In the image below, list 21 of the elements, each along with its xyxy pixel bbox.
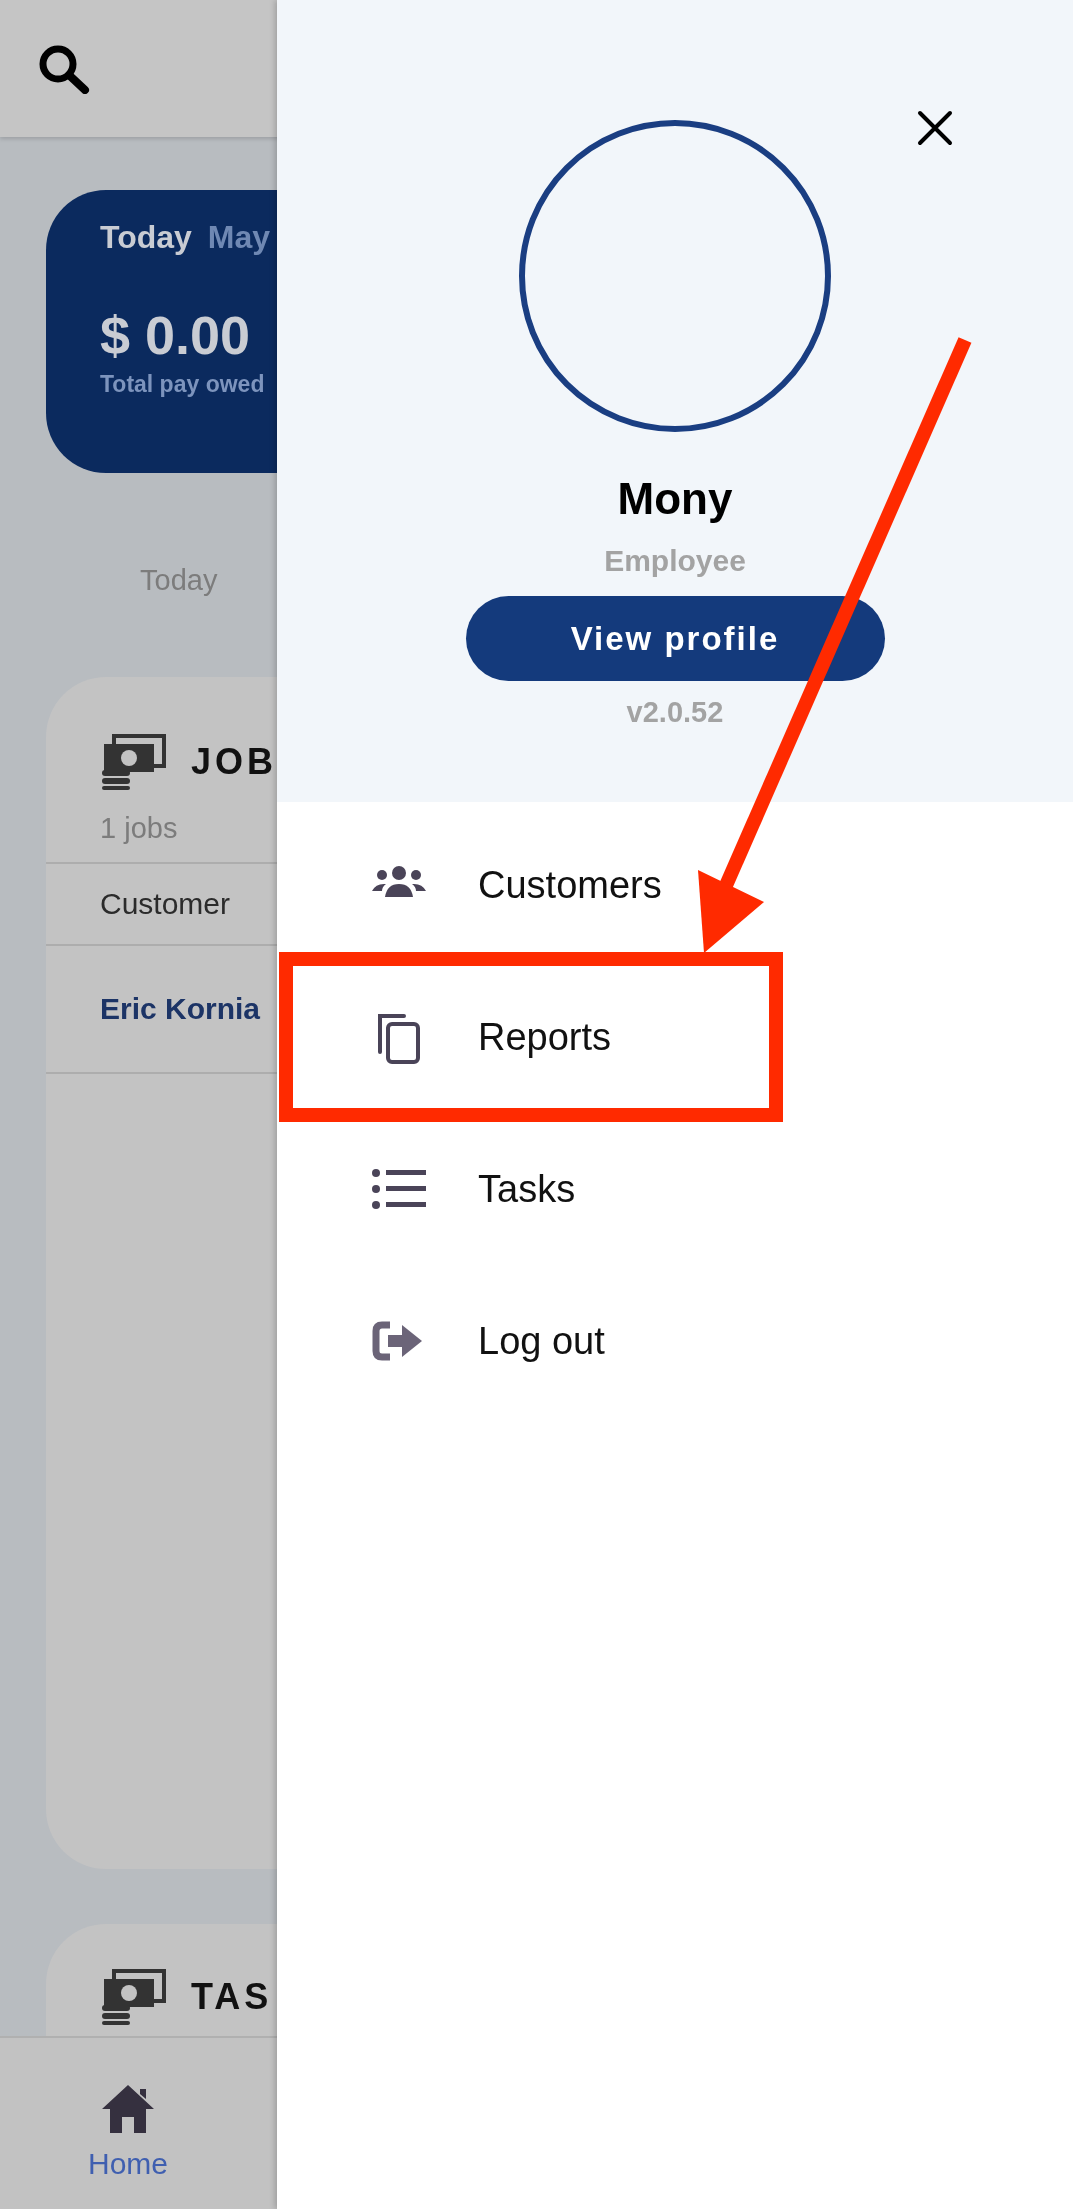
pay-caption: Total pay owed: [100, 371, 266, 398]
money-stack-icon: [100, 1969, 166, 2025]
view-profile-button[interactable]: View profile: [465, 596, 885, 681]
period-tab[interactable]: Today: [100, 217, 192, 257]
menu-item[interactable]: Tasks: [293, 1118, 769, 1260]
money-stack-icon: [100, 734, 166, 790]
user-name: Mony: [617, 473, 733, 525]
version-label: v2.0.52: [626, 695, 724, 730]
period-tab[interactable]: May: [207, 217, 271, 257]
pay-amount: $ 0.00: [100, 305, 252, 365]
menu-item[interactable]: Log out: [293, 1270, 769, 1412]
card-title: JOB: [191, 741, 277, 783]
menu-item[interactable]: Reports: [293, 966, 769, 1108]
card-title: TAS: [191, 1976, 273, 2018]
menu-item[interactable]: Customers: [293, 814, 769, 956]
search-icon[interactable]: [38, 43, 90, 94]
home-icon: [100, 2083, 156, 2135]
user-role: Employee: [604, 543, 746, 579]
close-icon: [917, 110, 953, 146]
period-label: Today: [140, 563, 219, 597]
close-button[interactable]: [917, 110, 953, 146]
